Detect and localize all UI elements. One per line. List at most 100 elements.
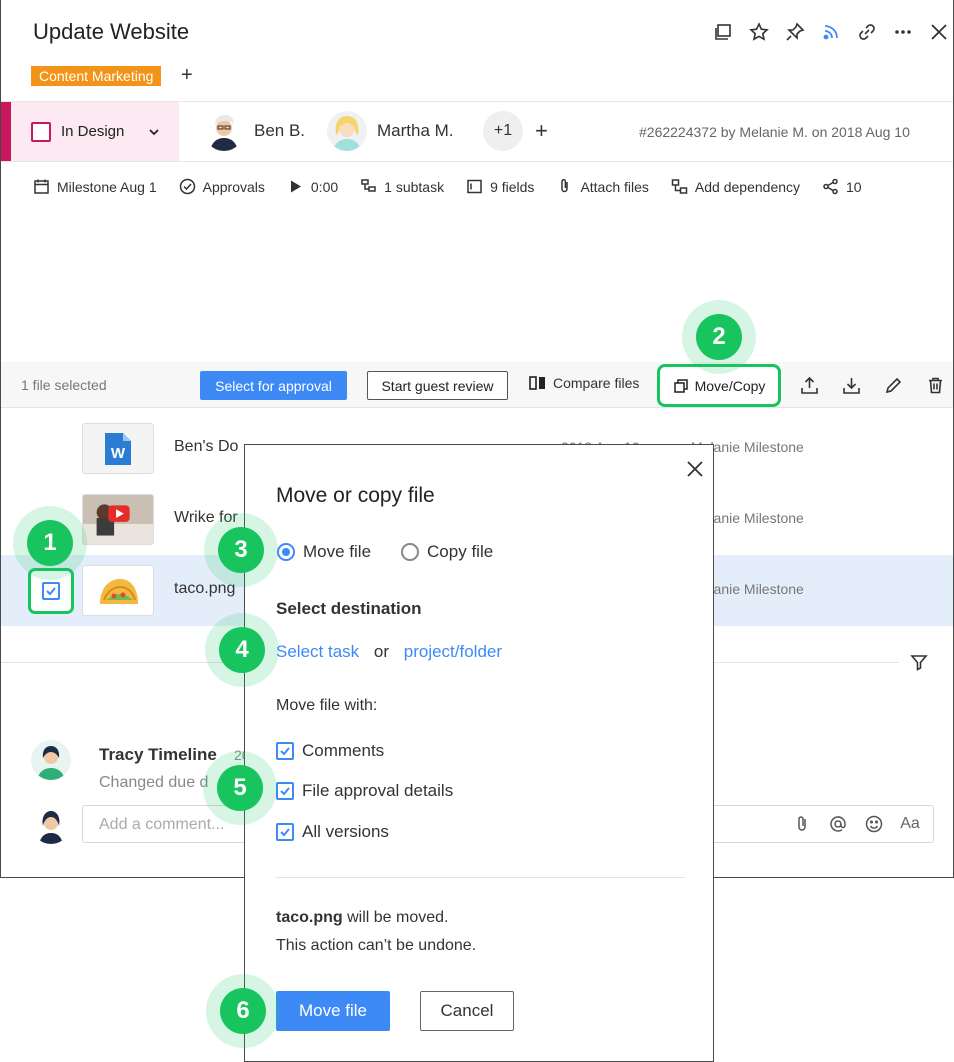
- or-text: or: [373, 642, 390, 661]
- dependency-label: Add dependency: [694, 178, 801, 195]
- status-dropdown[interactable]: In Design: [1, 102, 179, 161]
- compare-files-button[interactable]: Compare files: [529, 375, 639, 391]
- paperclip-icon[interactable]: [789, 813, 815, 835]
- step-number: 1: [27, 520, 73, 566]
- add-dependency-button[interactable]: Add dependency: [671, 178, 800, 195]
- add-tag-button[interactable]: +: [181, 63, 193, 87]
- destination-row: Select task or project/folder: [276, 642, 502, 662]
- subtask-icon: [361, 179, 376, 192]
- check-circle-icon: [179, 178, 195, 195]
- subtask-button[interactable]: 1 subtask: [360, 178, 444, 195]
- window-icon[interactable]: [705, 18, 741, 46]
- share-button[interactable]: 10: [822, 178, 862, 195]
- approval-details-checkbox[interactable]: File approval details: [276, 781, 453, 801]
- star-icon[interactable]: [741, 18, 777, 46]
- milestone-button[interactable]: Milestone Aug 1: [33, 178, 157, 195]
- step-badge-3: 3: [204, 513, 278, 587]
- move-file-button[interactable]: Move file: [276, 991, 390, 1031]
- checkmark-icon: [276, 742, 294, 760]
- share-icon: [823, 178, 838, 195]
- page-title: Update Website: [33, 19, 190, 44]
- mention-icon[interactable]: [825, 813, 851, 835]
- move-note: taco.png will be moved.: [276, 909, 449, 927]
- file-thumbnail: W: [82, 423, 154, 474]
- video-thumbnail-icon: [83, 495, 153, 544]
- step-number: 6: [220, 988, 266, 1034]
- share-count: 10: [846, 178, 862, 195]
- approvals-button[interactable]: Approvals: [179, 178, 265, 195]
- copy-file-radio[interactable]: Copy file: [401, 542, 493, 562]
- task-meta: #262224372 by Melanie M. on 2018 Aug 10: [639, 124, 910, 140]
- comments-checkbox[interactable]: Comments: [276, 741, 384, 761]
- dependency-icon: [671, 179, 688, 194]
- move-file-label: Move file: [303, 542, 372, 561]
- all-versions-checkbox[interactable]: All versions: [276, 822, 389, 842]
- svg-text:W: W: [111, 445, 126, 462]
- assignee-name: Martha M.: [377, 121, 454, 140]
- approvals-label: Approvals: [202, 178, 265, 195]
- assignee-martha[interactable]: Martha M.: [327, 111, 454, 151]
- add-assignee-button[interactable]: +: [535, 118, 548, 144]
- move-with-heading: Move file with:: [276, 697, 378, 714]
- close-icon[interactable]: [921, 18, 953, 46]
- status-label: In Design: [61, 123, 125, 140]
- milestone-label: Milestone Aug 1: [57, 178, 157, 195]
- subtask-label: 1 subtask: [384, 178, 445, 195]
- attach-label: Attach files: [580, 178, 649, 195]
- download-icon[interactable]: [833, 372, 869, 398]
- cancel-button[interactable]: Cancel: [420, 991, 514, 1031]
- move-copy-label: Move/Copy: [694, 377, 766, 394]
- note-text: will be moved.: [342, 909, 449, 926]
- trash-icon[interactable]: [917, 372, 953, 398]
- status-row: In Design Ben B. Martha M. +1 + #2622243…: [1, 101, 953, 162]
- play-icon: [290, 180, 301, 193]
- emoji-icon[interactable]: [861, 813, 887, 835]
- move-file-radio[interactable]: Move file: [277, 542, 371, 562]
- note-file-name: taco.png: [276, 909, 343, 926]
- select-task-link[interactable]: Select task: [276, 642, 359, 661]
- assignee-ben[interactable]: Ben B.: [204, 111, 305, 151]
- comment-tools: Aa: [789, 813, 923, 835]
- timer-label: 0:00: [310, 178, 339, 195]
- option-label: All versions: [302, 822, 389, 841]
- file-name[interactable]: Ben's Do: [174, 438, 238, 456]
- step-number: 3: [218, 527, 264, 573]
- more-icon[interactable]: [885, 18, 921, 46]
- status-checkbox[interactable]: [31, 121, 51, 142]
- dialog-title: Move or copy file: [276, 484, 435, 507]
- checkmark-icon: [276, 823, 294, 841]
- step-number: 4: [219, 627, 265, 673]
- file-thumbnail: [82, 494, 154, 545]
- more-assignees-button[interactable]: +1: [483, 111, 523, 151]
- link-icon[interactable]: [849, 18, 885, 46]
- step-badge-1: 1: [13, 506, 87, 580]
- start-guest-review-button[interactable]: Start guest review: [367, 371, 508, 400]
- folder-tag[interactable]: Content Marketing: [31, 66, 162, 86]
- avatar: [31, 740, 71, 780]
- option-label: Comments: [302, 741, 385, 760]
- filter-icon[interactable]: [909, 652, 929, 672]
- select-for-approval-button[interactable]: Select for approval: [200, 371, 347, 400]
- pin-icon[interactable]: [777, 18, 813, 46]
- option-label: File approval details: [302, 781, 454, 800]
- step-badge-6: 6: [206, 974, 280, 1048]
- timer-button[interactable]: 0:00: [287, 178, 338, 195]
- rss-icon[interactable]: [813, 18, 849, 46]
- comment-placeholder: Add a comment...: [99, 816, 225, 833]
- close-icon[interactable]: [683, 457, 707, 481]
- edit-icon[interactable]: [875, 372, 911, 398]
- text-format-button[interactable]: Aa: [897, 813, 923, 835]
- step-badge-4: 4: [205, 613, 279, 687]
- project-folder-link[interactable]: project/folder: [404, 642, 502, 661]
- activity-text: Changed due d: [99, 774, 209, 791]
- attach-files-button[interactable]: Attach files: [556, 178, 649, 195]
- fields-button[interactable]: 9 fields: [466, 178, 534, 195]
- header-actions: [705, 18, 953, 46]
- selected-count: 1 file selected: [21, 377, 107, 393]
- file-thumbnail: [82, 565, 154, 616]
- move-copy-dialog: Move or copy file Move file Copy file Se…: [244, 444, 714, 1062]
- radio-unselected: [401, 543, 420, 561]
- upload-icon[interactable]: [791, 372, 827, 398]
- undo-warning: This action can’t be undone.: [276, 937, 477, 954]
- checkmark-icon: [276, 782, 294, 800]
